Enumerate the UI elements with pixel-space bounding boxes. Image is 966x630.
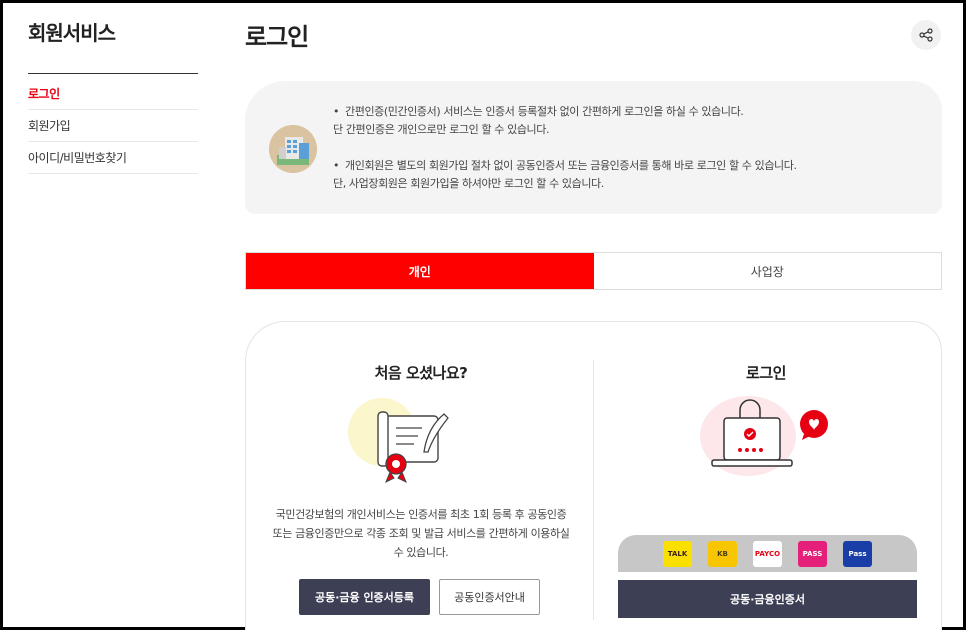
building-icon [269,125,317,173]
first-visit-desc-line-2: 또는 금융인증만으로 각종 조회 및 발급 서비스를 간편하게 이용하실 [272,527,570,540]
kb-provider[interactable]: KB [708,540,737,567]
certificate-scroll-icon [348,398,449,484]
notice-line-2: 단 간편인증은 개인으로만 로그인 할 수 있습니다. [333,123,550,136]
pass-provider[interactable]: PASS [798,540,827,567]
sidebar-title: 회원서비스 [28,21,116,45]
notice-text: • 간편인증(민간인증서) 서비스는 인증서 등록절차 없이 간편하게 로그인을 … [333,105,797,190]
notice-line-3: 개인회원은 별도의 회원가입 절차 없이 공동인증서 또는 금융인증서를 통해 … [345,159,797,172]
simple-auth-providers: TALK KB PAYCO PASS Pass [618,535,917,572]
tab-business[interactable]: 사업장 [594,253,942,289]
first-visit-desc-line-3: 수 있습니다. [393,546,449,559]
sidebar-item-login[interactable]: 로그인 [28,78,198,110]
sidebar: 회원서비스 로그인 회원가입 아이디/비밀번호찾기 [28,17,198,174]
first-visit-desc-line-1: 국민건강보험의 개인서비스는 인증서를 최초 1회 등록 후 공동인증 [275,508,567,521]
samsung-pass-provider[interactable]: Pass [843,540,872,567]
first-visit-description: 국민건강보험의 개인서비스는 인증서를 최초 1회 등록 후 공동인증 또는 금… [266,505,576,562]
login-section-title: 로그인 [746,364,786,382]
sidebar-item-signup[interactable]: 회원가입 [28,110,198,142]
page-title: 로그인 [245,23,309,51]
kakao-talk-provider[interactable]: TALK [663,540,692,567]
login-panel: 처음 오셨나요? 국민건강보험의 개인서비스는 인증서를 최초 1회 등록 후 … [245,321,942,630]
tab-personal[interactable]: 개인 [246,253,594,289]
register-certificate-button[interactable]: 공동·금융 인증서등록 [299,579,430,615]
share-button[interactable] [911,20,941,50]
panel-divider [593,360,594,620]
payco-provider[interactable]: PAYCO [753,540,782,567]
first-visit-title: 처음 오셨나요? [374,364,468,382]
certificate-guide-button[interactable]: 공동인증서안내 [439,579,540,615]
notice-line-1: 간편인증(민간인증서) 서비스는 인증서 등록절차 없이 간편하게 로그인을 하… [345,105,744,118]
laptop-lock-icon [700,396,828,476]
notice-box: • 간편인증(민간인증서) 서비스는 인증서 등록절차 없이 간편하게 로그인을 … [245,81,942,214]
sidebar-divider [28,73,198,74]
certificate-login-button[interactable]: 공동·금융인증서 [618,580,917,618]
share-icon [919,28,933,42]
member-type-tabs: 개인 사업장 [245,252,942,290]
sidebar-item-find-account[interactable]: 아이디/비밀번호찾기 [28,142,198,174]
notice-line-4: 단, 사업장회원은 회원가입을 하셔야만 로그인 할 수 있습니다. [333,177,604,190]
page-frame: 회원서비스 로그인 회원가입 아이디/비밀번호찾기 로그인 • 간편인증(민간인… [0,0,966,630]
